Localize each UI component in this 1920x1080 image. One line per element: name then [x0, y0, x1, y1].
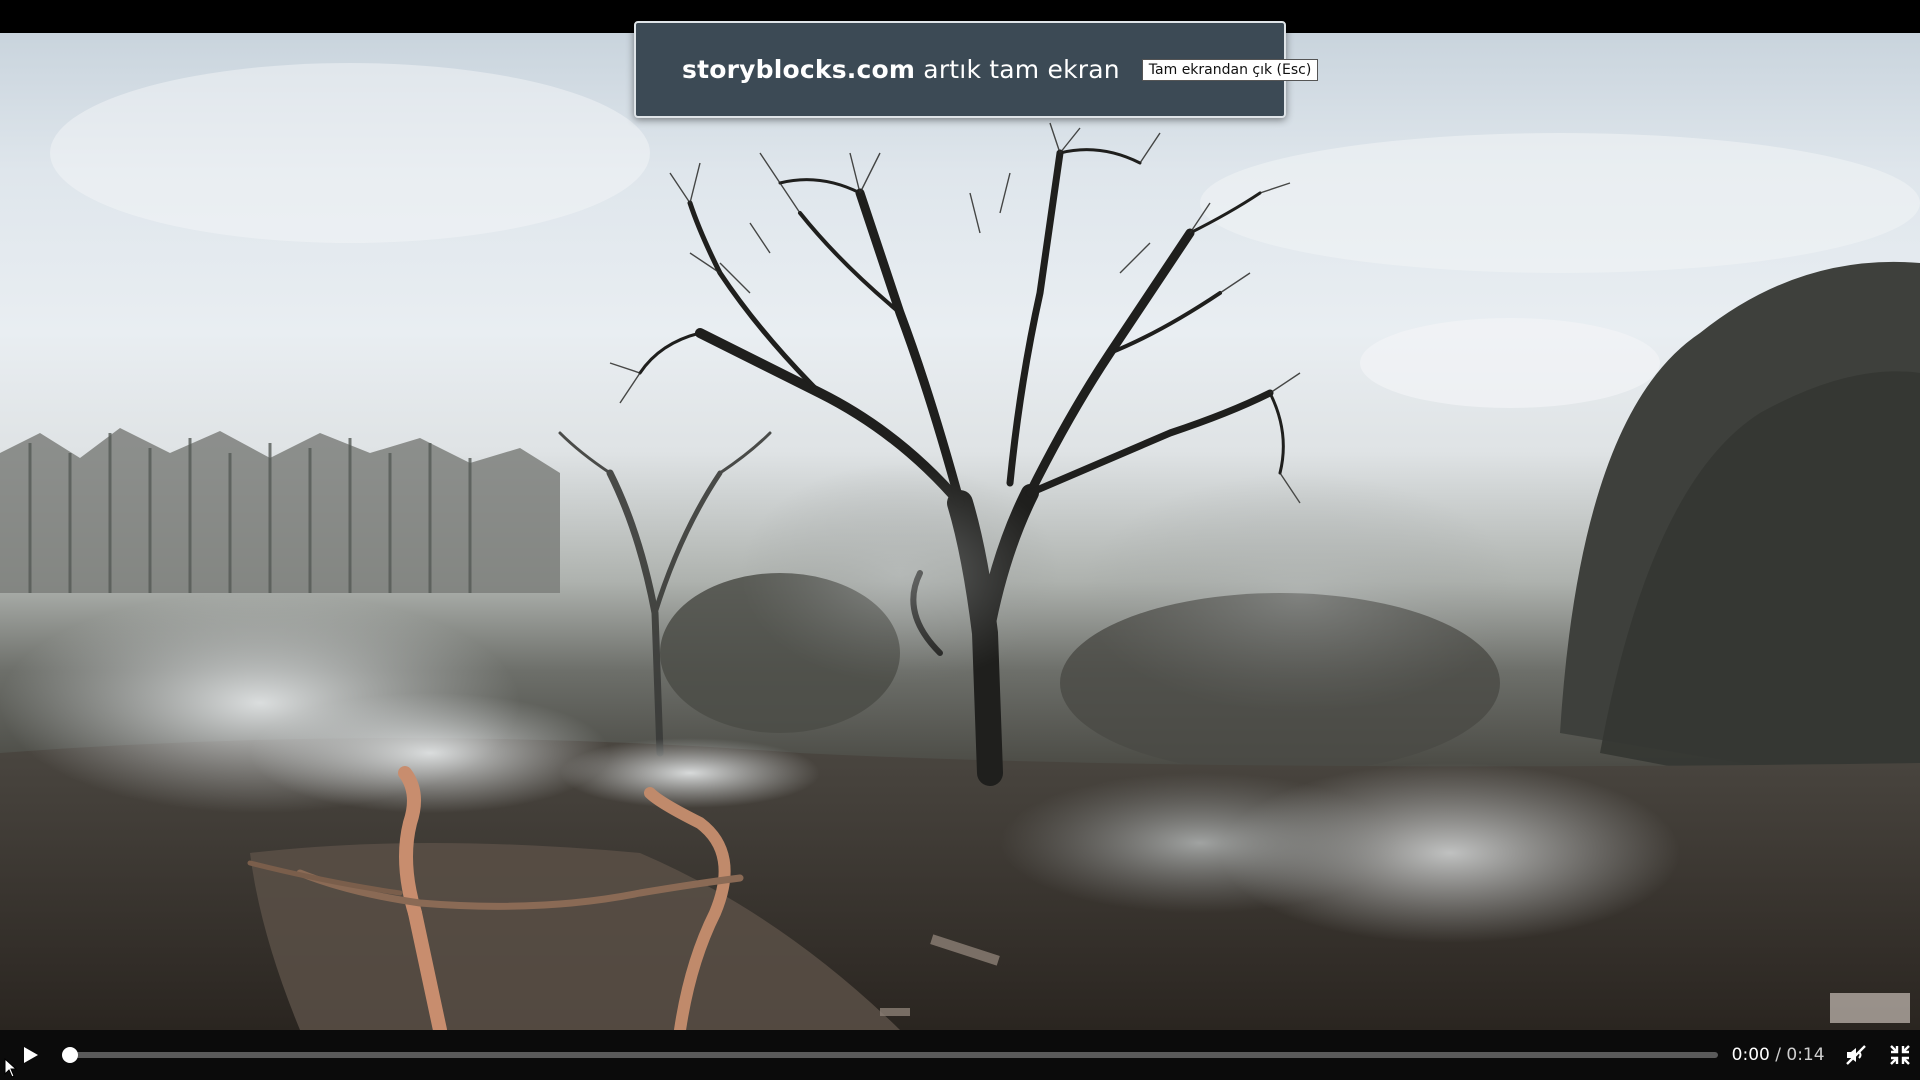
exit-fullscreen-button[interactable]: Tam ekrandan çık (Esc): [1141, 58, 1319, 81]
mute-button[interactable]: [1837, 1035, 1877, 1075]
duration: 0:14: [1786, 1045, 1825, 1065]
exit-fullscreen-control[interactable]: [1880, 1035, 1920, 1075]
time-display: 0:00 / 0:14: [1732, 1045, 1825, 1065]
progress-thumb[interactable]: [61, 1047, 78, 1063]
video-controls: 0:00 / 0:14: [0, 1030, 1920, 1080]
mouse-cursor-icon: [4, 1058, 18, 1078]
fullscreen-notification: storyblocks.com artık tam ekran Tam ekra…: [634, 21, 1319, 118]
time-separator: /: [1775, 1045, 1781, 1065]
volume-muted-icon: [1846, 1045, 1867, 1065]
fullscreen-domain: storyblocks.com: [682, 55, 916, 84]
video-frame[interactable]: [0, 33, 1920, 1030]
current-time: 0:00: [1731, 1045, 1770, 1065]
exit-fullscreen-icon: [1890, 1045, 1910, 1065]
play-icon: [23, 1047, 38, 1063]
progress-bar[interactable]: [61, 1047, 1718, 1063]
fullscreen-video-screen: storyblocks.com artık tam ekran Tam ekra…: [0, 0, 1920, 1080]
video-scene: [0, 63, 1920, 1030]
fullscreen-message-text: artık tam ekran: [923, 55, 1120, 84]
fullscreen-message: storyblocks.com artık tam ekran: [682, 55, 1120, 84]
